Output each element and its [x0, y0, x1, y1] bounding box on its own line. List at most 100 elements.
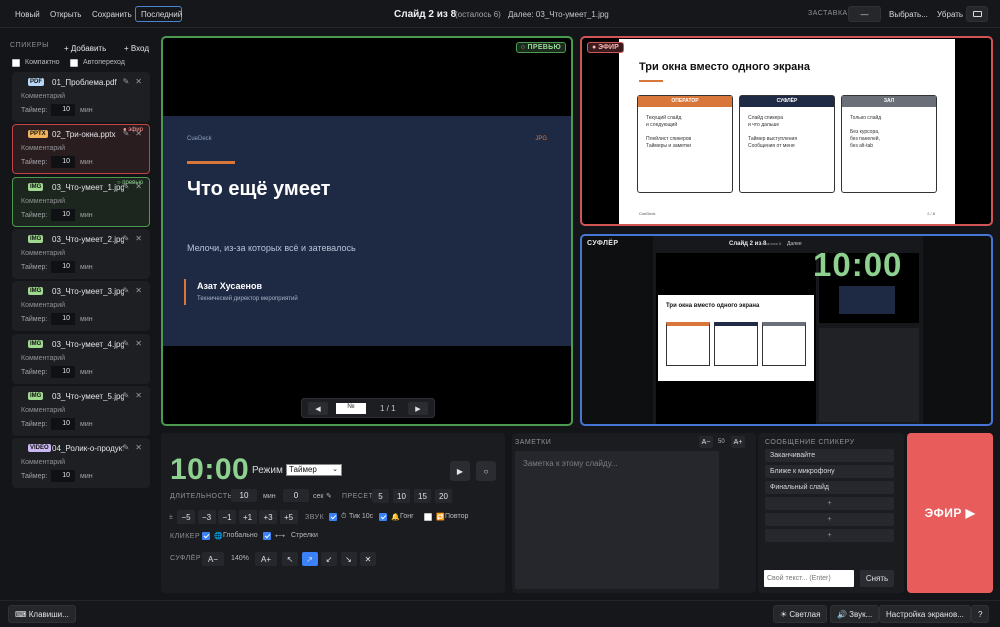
pencil-icon[interactable]: ✎: [123, 234, 130, 243]
live-window[interactable]: Три окна вместо одного экрана ОПЕРАТОР Те…: [580, 36, 993, 226]
global-checkbox[interactable]: [202, 532, 210, 540]
sound-settings-button[interactable]: 🔊 Звук...: [830, 605, 880, 623]
adjust-button[interactable]: +3: [259, 510, 277, 524]
remove-screensaver-button[interactable]: Убрать: [932, 6, 968, 22]
choose-screensaver-button[interactable]: Выбрать...: [884, 6, 933, 22]
pencil-icon[interactable]: ✎: [123, 286, 130, 295]
close-icon[interactable]: ✕: [135, 234, 142, 243]
pencil-icon[interactable]: ✎: [123, 391, 130, 400]
quick-message-item[interactable]: Ближе к микрофону: [765, 465, 894, 478]
preset-button[interactable]: 15: [414, 489, 431, 503]
reset-timer-button[interactable]: ○: [476, 461, 496, 481]
comment-input[interactable]: Комментарий: [21, 407, 65, 414]
comment-input[interactable]: Комментарий: [21, 145, 65, 152]
quick-message-item[interactable]: Финальный слайд: [765, 481, 894, 494]
onair-button[interactable]: ЭФИР ▶: [907, 433, 993, 593]
arrows-checkbox[interactable]: [263, 532, 271, 540]
play-button[interactable]: ▶: [450, 461, 470, 481]
prompter-position-button[interactable]: ↗: [301, 552, 318, 566]
quick-message-item[interactable]: +: [765, 513, 894, 526]
timer-minutes-input[interactable]: 10: [51, 260, 75, 273]
comment-input[interactable]: Комментарий: [21, 302, 65, 309]
prompter-position-button[interactable]: ↙: [321, 552, 337, 566]
close-icon[interactable]: ✕: [135, 391, 142, 400]
quick-message-item[interactable]: +: [765, 529, 894, 542]
save-button[interactable]: Сохранить: [87, 6, 137, 22]
adjust-button[interactable]: +1: [238, 510, 257, 524]
timer-minutes-input[interactable]: 10: [51, 208, 75, 221]
adjust-button[interactable]: +5: [279, 510, 298, 524]
tick-checkbox[interactable]: [329, 513, 337, 521]
adjust-button[interactable]: −3: [197, 510, 216, 524]
autoadvance-checkbox[interactable]: [70, 59, 78, 67]
timer-minutes-input[interactable]: 10: [51, 417, 75, 430]
gong-checkbox[interactable]: [379, 513, 387, 521]
duration-min-input[interactable]: 10: [231, 489, 257, 502]
preset-button[interactable]: 10: [393, 489, 410, 503]
quick-message-item[interactable]: +: [765, 497, 894, 510]
prev-page-button[interactable]: ◀: [308, 402, 328, 415]
new-button[interactable]: Новый: [10, 6, 45, 22]
close-icon[interactable]: ✕: [135, 286, 142, 295]
prompter-zoom-in-button[interactable]: A+: [255, 552, 277, 566]
speaker-card[interactable]: IMG 03_Что-умеет_3.jpg ✎ ✕ Комментарий Таймер…: [12, 281, 150, 332]
prompter-position-button[interactable]: ↘: [340, 552, 357, 566]
pencil-icon[interactable]: ✎: [123, 77, 130, 86]
pencil-icon[interactable]: ✎: [123, 443, 130, 452]
close-icon[interactable]: ✕: [135, 77, 142, 86]
speaker-card[interactable]: IMG 03_Что-умеет_1.jpg ✎ ✕ Комментарий Таймер…: [12, 176, 150, 227]
light-theme-button[interactable]: ☀ Светлая: [773, 605, 828, 623]
screen-toggle-button[interactable]: [966, 6, 988, 22]
speaker-card[interactable]: PDF 01_Проблема.pdf ✎ ✕ Комментарий Таймер: 10…: [12, 72, 150, 122]
repeat-checkbox[interactable]: [424, 513, 432, 521]
timer-minutes-input[interactable]: 10: [51, 156, 75, 169]
quick-message-item[interactable]: Заканчивайте: [765, 449, 894, 462]
preset-button[interactable]: 20: [435, 489, 452, 503]
clear-message-button[interactable]: Снять: [860, 570, 894, 587]
recent-button[interactable]: Последний: [135, 6, 182, 22]
adjust-button[interactable]: −5: [177, 510, 195, 524]
mode-select[interactable]: Таймер ⌄: [286, 464, 342, 476]
notes-textarea[interactable]: Заметка к этому слайду...: [515, 451, 719, 589]
timer-minutes-input[interactable]: 10: [51, 365, 75, 378]
comment-input[interactable]: Комментарий: [21, 250, 65, 257]
add-speaker-button[interactable]: + Добавить: [59, 40, 111, 56]
close-icon[interactable]: ✕: [135, 443, 142, 452]
prompter-settings-label: СУФЛЁР: [170, 555, 202, 562]
comment-input[interactable]: Комментарий: [21, 93, 65, 100]
compact-checkbox[interactable]: [12, 59, 20, 67]
prompter-zoom-out-button[interactable]: A−: [202, 552, 224, 566]
keyboard-shortcuts-button[interactable]: ⌨ Клавиши...: [8, 605, 76, 623]
preset-button[interactable]: 5: [372, 489, 389, 503]
apply-duration-icon[interactable]: ✎: [326, 492, 332, 500]
close-icon[interactable]: ✕: [135, 339, 142, 348]
notes-font-decrease-button[interactable]: A−: [699, 436, 713, 448]
timer-minutes-input[interactable]: 10: [51, 470, 75, 483]
comment-input[interactable]: Комментарий: [21, 459, 65, 466]
screen-settings-button[interactable]: Настройка экранов...: [879, 605, 971, 623]
open-button[interactable]: Открыть: [45, 6, 86, 22]
prompter-position-button[interactable]: ↖: [282, 552, 298, 566]
prompter-position-button[interactable]: ✕: [360, 552, 376, 566]
speaker-card[interactable]: IMG 03_Что-умеет_4.jpg ✎ ✕ Комментарий Таймер…: [12, 333, 150, 384]
comment-input[interactable]: Комментарий: [21, 198, 65, 205]
timer-minutes-input[interactable]: 10: [51, 313, 75, 326]
speaker-card[interactable]: IMG 03_Что-умеет_5.jpg ✎ ✕ Комментарий Таймер…: [12, 385, 150, 436]
notes-font-increase-button[interactable]: A+: [731, 436, 745, 448]
adjust-button[interactable]: −1: [218, 510, 236, 524]
comment-input[interactable]: Комментарий: [21, 355, 65, 362]
preview-window[interactable]: ○ ПРЕВЬЮ CueDeck JPG Что ещё умеет Мелоч…: [161, 36, 573, 426]
timer-minutes-input[interactable]: 10: [51, 104, 75, 116]
screensaver-select[interactable]: —: [848, 6, 881, 22]
speaker-card[interactable]: VIDEO04_Ролик-о-продукте.mp4✎✕Комментари…: [12, 438, 150, 489]
help-button[interactable]: ?: [971, 605, 990, 623]
speaker-card[interactable]: PPTX 02_Три-окна.pptx ✎ ✕ Комментарий Таймер:…: [12, 124, 150, 175]
duration-sec-input[interactable]: 0: [283, 489, 309, 502]
speaker-card[interactable]: IMG 03_Что-умеет_2.jpg ✎ ✕ Комментарий Таймер…: [12, 228, 150, 279]
next-page-button[interactable]: ▶: [408, 402, 428, 415]
page-input[interactable]: №: [336, 403, 366, 414]
pencil-icon[interactable]: ✎: [123, 339, 130, 348]
prompter-window[interactable]: СУФЛЁР Слайд 2 из 8 осталось 6 Далее Три…: [580, 234, 993, 426]
custom-message-input[interactable]: Свой текст... (Enter): [764, 570, 854, 587]
login-button[interactable]: + Вход: [119, 40, 154, 56]
